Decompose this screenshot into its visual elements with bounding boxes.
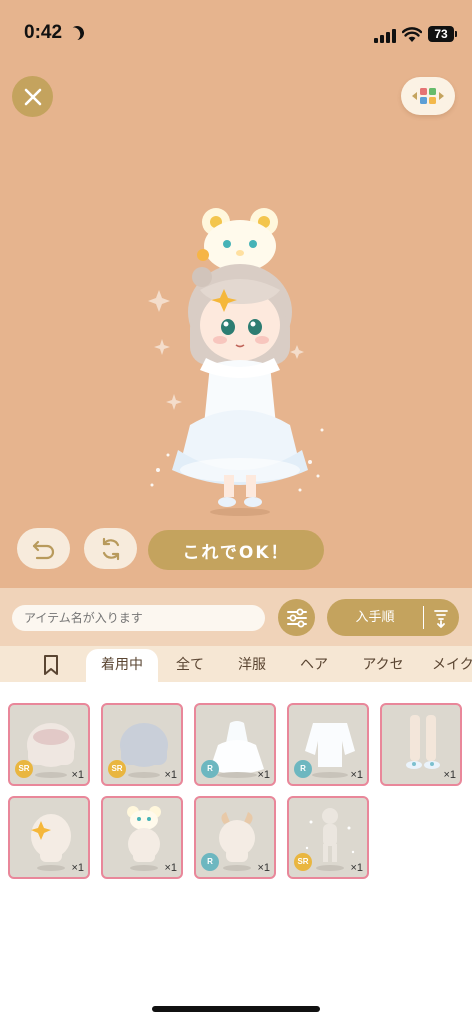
item-count: ×1 xyxy=(164,862,177,874)
item-card-horns[interactable]: R ×1 xyxy=(194,796,276,879)
sort-label: 入手順 xyxy=(355,610,395,625)
sort-order-icon[interactable] xyxy=(433,608,449,628)
close-button[interactable] xyxy=(12,76,53,117)
item-count: ×1 xyxy=(71,769,84,781)
undo-icon xyxy=(32,540,54,559)
tab-hair[interactable]: ヘア xyxy=(294,649,334,682)
confirm-button[interactable]: これでOK！ xyxy=(148,530,324,570)
sliders-icon xyxy=(286,608,307,627)
tab-accessory[interactable]: アクセ xyxy=(356,649,410,682)
item-count: ×1 xyxy=(164,769,177,781)
item-card-dress[interactable]: R ×1 xyxy=(194,703,276,786)
rarity-badge: SR xyxy=(15,760,33,778)
avatar-preview-stage: 0:42 73 これでOK！ xyxy=(0,0,472,588)
tab-clothes[interactable]: 洋服 xyxy=(232,649,272,682)
avatar-character xyxy=(148,208,324,516)
signal-icon xyxy=(374,29,396,43)
item-card-hair-clip[interactable]: ×1 xyxy=(8,796,90,879)
tab-makeup[interactable]: メイク xyxy=(432,649,472,682)
rarity-badge: SR xyxy=(294,853,312,871)
item-count: ×1 xyxy=(71,862,84,874)
wifi-icon xyxy=(402,27,422,42)
bookmark-icon[interactable] xyxy=(42,654,60,676)
item-count: ×1 xyxy=(443,769,456,781)
battery-icon: 73 xyxy=(428,26,457,42)
item-toolbar: 入手順 xyxy=(0,588,472,646)
randomize-button[interactable] xyxy=(84,528,137,569)
item-card-bear-hat[interactable]: ×1 xyxy=(101,796,183,879)
rarity-badge: R xyxy=(201,760,219,778)
item-card-socks[interactable]: ×1 xyxy=(380,703,462,786)
close-icon xyxy=(24,88,41,105)
item-grid: SR ×1 SR ×1 R ×1 R ×1 ×1 ×1 ×1 R ×1 SR ×1 xyxy=(0,682,472,982)
item-count: ×1 xyxy=(257,769,270,781)
palette-button[interactable] xyxy=(401,77,455,115)
item-count: ×1 xyxy=(350,862,363,874)
sort-button[interactable]: 入手順 xyxy=(327,599,459,636)
item-count: ×1 xyxy=(257,862,270,874)
item-count: ×1 xyxy=(350,769,363,781)
rarity-badge: R xyxy=(201,853,219,871)
undo-button[interactable] xyxy=(17,528,70,569)
sort-divider xyxy=(423,606,424,629)
status-bar: 0:42 73 xyxy=(0,0,472,68)
item-card-hair-dark[interactable]: SR ×1 xyxy=(101,703,183,786)
rarity-badge: SR xyxy=(108,760,126,778)
home-indicator xyxy=(152,1006,320,1012)
tab-all[interactable]: 全て xyxy=(170,649,210,682)
category-tabs: 着用中 全て 洋服 ヘア アクセ メイク xyxy=(0,646,472,682)
item-card-hair-bob[interactable]: SR ×1 xyxy=(8,703,90,786)
palette-icon xyxy=(412,88,444,104)
moon-icon xyxy=(68,24,86,42)
filter-button[interactable] xyxy=(278,599,315,636)
item-card-jacket[interactable]: R ×1 xyxy=(287,703,369,786)
refresh-icon xyxy=(102,537,119,560)
rarity-badge: R xyxy=(294,760,312,778)
tab-wearing[interactable]: 着用中 xyxy=(86,649,158,682)
status-time: 0:42 xyxy=(24,22,63,43)
item-search-input[interactable] xyxy=(12,605,265,631)
item-card-sparkle-effect[interactable]: SR ×1 xyxy=(287,796,369,879)
